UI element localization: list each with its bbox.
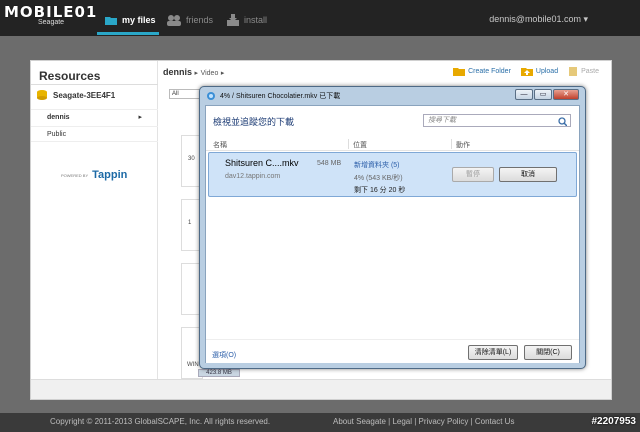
search-icon[interactable] — [558, 117, 567, 126]
nav-install[interactable]: install — [226, 11, 267, 29]
drive-item[interactable]: Seagate-3EE4F1 — [36, 89, 115, 101]
paste-label: Paste — [581, 67, 599, 75]
nav-install-label: install — [244, 15, 268, 25]
dialog-title: 4% / Shitsuren Chocolatier.mkv 已下載 — [220, 93, 341, 100]
download-progress-text: 4% (543 KB/秒) — [354, 175, 403, 182]
cancel-button[interactable]: 取消 — [499, 167, 557, 182]
close-window-button[interactable]: ✕ — [553, 89, 579, 100]
sidebar-item-label: Public — [47, 130, 67, 138]
user-menu[interactable]: dennis@mobile01.com ▾ — [489, 14, 588, 25]
drive-icon — [37, 90, 47, 100]
dialog-body: 檢視並追蹤您的下載 搜尋下載 名稱 位置 動作 Shitsuren C....m… — [205, 105, 580, 363]
download-dialog: 4% / Shitsuren Chocolatier.mkv 已下載 — ▭ ✕… — [199, 86, 586, 369]
install-icon — [227, 14, 239, 26]
breadcrumb-separator: ▸ — [220, 70, 225, 77]
download-row[interactable]: Shitsuren C....mkv 548 MB dav12.tappin.c… — [208, 152, 577, 197]
file-size-chip: 423.8 MB — [198, 369, 240, 377]
paste-button[interactable]: Paste — [568, 66, 599, 76]
friends-icon — [167, 15, 181, 26]
download-file-name[interactable]: Shitsuren C....mkv — [225, 158, 299, 168]
sidebar-divider — [31, 84, 158, 85]
maximize-button[interactable]: ▭ — [534, 89, 552, 100]
toolbar-actions: Create Folder Upload Paste — [453, 66, 599, 76]
chevron-down-icon: ▾ — [580, 14, 588, 24]
footer-links[interactable]: About Seagate | Legal | Privacy Policy |… — [333, 417, 514, 426]
nav-friends-label: friends — [186, 15, 214, 25]
header-divider — [206, 150, 579, 151]
logo-subtext: Seagate — [38, 19, 65, 26]
user-email: dennis@mobile01.com — [489, 14, 581, 24]
paste-icon — [569, 67, 578, 76]
download-remaining-time: 剩下 16 分 20 秒 — [354, 187, 406, 194]
folder-add-icon — [453, 68, 466, 76]
window-controls: — ▭ ✕ — [515, 89, 579, 100]
column-header-action[interactable]: 動作 — [456, 140, 470, 150]
sidebar-title: Resources — [39, 69, 101, 83]
ie-icon — [207, 92, 215, 100]
download-file-size: 548 MB — [317, 160, 342, 167]
download-host: dav12.tappin.com — [225, 173, 281, 180]
column-header-location[interactable]: 位置 — [353, 140, 367, 150]
dialog-heading: 檢視並追蹤您的下載 — [213, 117, 295, 127]
upload-label: Upload — [535, 67, 559, 75]
download-folder-link[interactable]: 新增資料夾 (5) — [354, 160, 400, 170]
folder-icon — [105, 17, 117, 25]
nav-my-files-label: my files — [122, 15, 156, 25]
sidebar: Resources Seagate-3EE4F1 dennis ▸ Public… — [31, 61, 158, 379]
upload-icon — [520, 68, 533, 76]
create-folder-label: Create Folder — [468, 67, 511, 75]
footer: Copyright © 2011-2013 GlobalSCAPE, Inc. … — [0, 413, 640, 432]
watermark: #2207953 — [591, 416, 637, 427]
column-divider — [348, 139, 349, 149]
file-tile-label: WIN — [187, 362, 199, 368]
options-link[interactable]: 選項(O) — [212, 350, 236, 360]
sidebar-item-label: dennis — [47, 114, 70, 121]
breadcrumb-separator: ▸ — [194, 70, 199, 77]
powered-by-label: POWERED BY — [61, 172, 89, 178]
tappin-logo: Tappin — [92, 169, 128, 181]
panel-bottom-bar — [31, 379, 611, 399]
file-tile-label: 30 — [188, 156, 195, 162]
top-bar: MOBILE01 Seagate my files friends instal… — [0, 0, 640, 36]
breadcrumb-child[interactable]: Video — [201, 70, 219, 77]
pause-button[interactable]: 暫停 — [452, 167, 494, 182]
search-downloads-input[interactable]: 搜尋下載 — [423, 114, 571, 127]
breadcrumb: dennis ▸ Video ▸ — [163, 67, 224, 77]
chevron-right-icon: ▸ — [138, 114, 142, 121]
active-tab-indicator — [97, 32, 159, 35]
minimize-button[interactable]: — — [515, 89, 533, 100]
search-placeholder: 搜尋下載 — [428, 117, 456, 124]
dialog-footer: 選項(O) 清除清單(L) 關閉(C) — [206, 339, 579, 363]
drive-label: Seagate-3EE4F1 — [53, 90, 116, 100]
file-tile-label: 1 — [188, 220, 192, 226]
sidebar-item-dennis[interactable]: dennis ▸ — [31, 109, 158, 125]
column-divider — [451, 139, 452, 149]
create-folder-button[interactable]: Create Folder — [453, 66, 511, 76]
dialog-titlebar[interactable]: 4% / Shitsuren Chocolatier.mkv 已下載 — [206, 91, 340, 101]
nav-friends[interactable]: friends — [166, 11, 213, 29]
breadcrumb-root[interactable]: dennis — [163, 67, 192, 77]
upload-button[interactable]: Upload — [520, 66, 559, 76]
nav-my-files[interactable]: my files — [104, 11, 156, 29]
column-header-name[interactable]: 名稱 — [213, 140, 227, 150]
close-dialog-button[interactable]: 關閉(C) — [524, 345, 572, 360]
powered-by-tappin[interactable]: POWERED BY Tappin — [61, 169, 127, 181]
copyright-text: Copyright © 2011-2013 GlobalSCAPE, Inc. … — [50, 417, 271, 426]
sidebar-item-public[interactable]: Public — [31, 126, 158, 142]
clear-list-button[interactable]: 清除清單(L) — [468, 345, 518, 360]
